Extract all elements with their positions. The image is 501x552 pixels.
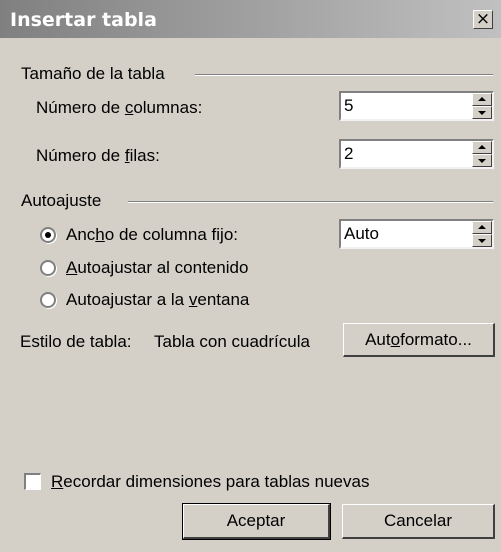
radio-autofit-contents[interactable] <box>40 260 56 276</box>
columns-down-button[interactable] <box>472 106 492 119</box>
autoformat-button[interactable]: Autoformato... <box>343 323 495 357</box>
autoformat-label: Autoformato... <box>365 329 472 349</box>
rows-up-button[interactable] <box>472 141 492 154</box>
rows-label: Número de filas: <box>36 146 160 165</box>
cancel-button[interactable]: Cancelar <box>342 504 495 539</box>
remember-label[interactable]: Recordar dimensiones para tablas nuevas <box>51 472 369 492</box>
autofit-group-label: Autoajuste <box>21 191 102 210</box>
autofit-window-label[interactable]: Autoajustar a la ventana <box>66 290 249 310</box>
radio-fixed-width[interactable] <box>40 227 56 243</box>
remember-checkbox[interactable] <box>24 473 41 490</box>
arrow-down-icon <box>478 111 486 115</box>
columns-label: Número de columnas: <box>36 98 203 117</box>
autofit-contents-label[interactable]: Autoajustar al contenido <box>66 258 248 278</box>
radio-selected-dot <box>45 232 51 238</box>
autofit-group-divider <box>128 201 493 203</box>
rows-value[interactable]: 2 <box>344 144 353 164</box>
columns-up-button[interactable] <box>472 93 492 106</box>
window-title: Insertar tabla <box>10 9 157 31</box>
fixed-width-value[interactable]: Auto <box>344 224 379 244</box>
size-group-label: Tamaño de la tabla <box>21 64 165 83</box>
arrow-up-icon <box>478 97 486 101</box>
table-style-value: Tabla con cuadrícula <box>154 332 310 351</box>
columns-value[interactable]: 5 <box>344 96 353 116</box>
ok-label: Aceptar <box>226 511 286 530</box>
close-button[interactable]: × <box>473 10 493 29</box>
radio-autofit-window[interactable] <box>40 292 56 308</box>
arrow-down-icon <box>478 159 486 163</box>
fixed-width-spinner[interactable]: Auto <box>339 219 494 249</box>
close-icon: × <box>475 9 491 29</box>
rows-spinner[interactable]: 2 <box>339 139 494 169</box>
fixed-width-up-button[interactable] <box>472 221 492 234</box>
fixed-width-label[interactable]: Ancho de columna fijo: <box>66 225 238 245</box>
arrow-down-icon <box>478 239 486 243</box>
rows-down-button[interactable] <box>472 154 492 167</box>
fixed-width-down-button[interactable] <box>472 234 492 247</box>
arrow-up-icon <box>478 145 486 149</box>
ok-button[interactable]: Aceptar <box>182 503 331 540</box>
arrow-up-icon <box>478 225 486 229</box>
cancel-label: Cancelar <box>383 511 453 530</box>
table-style-label: Estilo de tabla: <box>20 332 132 351</box>
columns-spinner[interactable]: 5 <box>339 91 494 121</box>
title-bar[interactable]: Insertar tabla × <box>0 0 501 38</box>
size-group-divider <box>195 74 493 76</box>
